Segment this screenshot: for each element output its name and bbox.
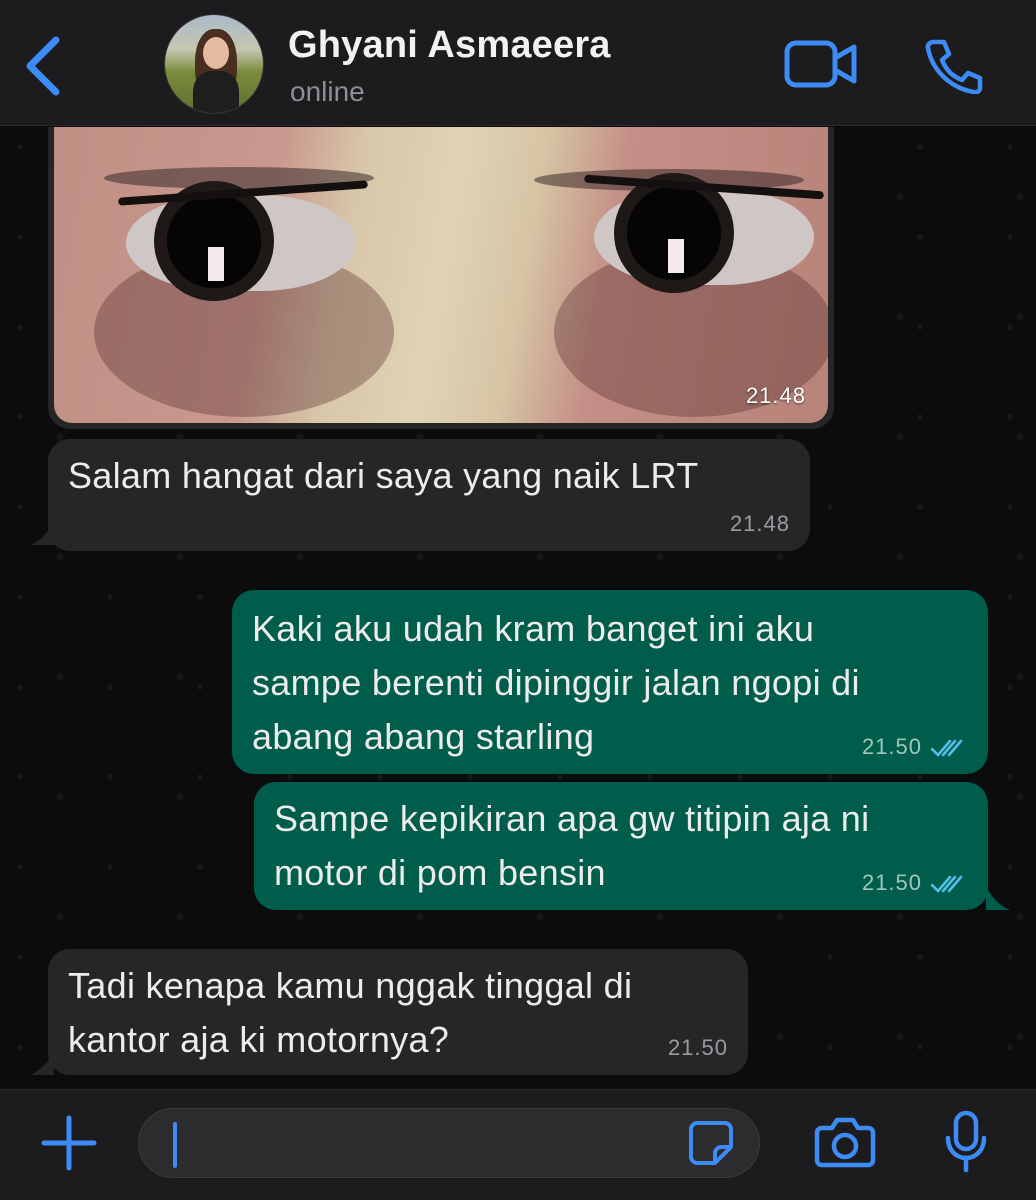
message-time: 21.50 bbox=[861, 734, 922, 759]
text-caret bbox=[173, 1122, 177, 1168]
message-text-field[interactable] bbox=[138, 1108, 760, 1178]
message-line: Tadi kenapa kamu nggak tinggal di bbox=[68, 965, 633, 1006]
incoming-message[interactable]: Salam hangat dari saya yang naik LRT 21.… bbox=[48, 439, 810, 551]
attach-button[interactable] bbox=[40, 1114, 98, 1172]
camera-icon bbox=[814, 1117, 876, 1168]
outgoing-message[interactable]: Sampe kepikiran apa gw titipin aja ni mo… bbox=[254, 782, 988, 910]
microphone-button[interactable] bbox=[944, 1110, 988, 1174]
bubble-tail bbox=[30, 1051, 54, 1075]
bubble-tail bbox=[986, 886, 1010, 910]
message-time: 21.48 bbox=[745, 383, 806, 408]
video-call-icon bbox=[784, 40, 857, 88]
outgoing-message[interactable]: Kaki aku udah kram banget ini aku sampe … bbox=[232, 590, 988, 774]
back-chevron-icon bbox=[26, 36, 60, 96]
avatar-face bbox=[203, 37, 229, 69]
contact-status: online bbox=[290, 76, 365, 107]
chat-messages-area[interactable]: 21.48 Salam hangat dari saya yang naik L… bbox=[0, 127, 1036, 1089]
phone-icon bbox=[925, 39, 983, 95]
message-text: Sampe kepikiran apa gw titipin aja ni mo… bbox=[274, 792, 869, 900]
plus-icon bbox=[41, 1115, 97, 1171]
contact-name[interactable]: Ghyani Asmaeera bbox=[288, 24, 611, 67]
photo-glint-left bbox=[208, 247, 224, 281]
message-time: 21.50 bbox=[861, 870, 922, 895]
back-button[interactable] bbox=[22, 34, 70, 98]
message-line: Kaki aku udah kram banget ini aku bbox=[252, 608, 815, 649]
contact-avatar[interactable] bbox=[164, 14, 264, 114]
message-line: sampe berenti dipinggir jalan ngopi di bbox=[252, 662, 860, 703]
photo-attachment[interactable]: 21.48 bbox=[54, 127, 828, 423]
incoming-message[interactable]: Tadi kenapa kamu nggak tinggal di kantor… bbox=[48, 949, 748, 1075]
camera-button[interactable] bbox=[814, 1116, 876, 1168]
message-text: Tadi kenapa kamu nggak tinggal di kantor… bbox=[68, 959, 632, 1067]
message-line: motor di pom bensin bbox=[274, 852, 606, 893]
message-line: Sampe kepikiran apa gw titipin aja ni bbox=[274, 798, 870, 839]
message-line: kantor aja ki motornya? bbox=[68, 1019, 450, 1060]
voice-call-button[interactable] bbox=[924, 38, 984, 95]
read-ticks-icon bbox=[930, 875, 963, 893]
bubble-tail bbox=[30, 521, 54, 545]
message-text: Kaki aku udah kram banget ini aku sampe … bbox=[252, 602, 860, 764]
message-text: Salam hangat dari saya yang naik LRT bbox=[68, 455, 699, 496]
sticker-icon bbox=[689, 1121, 733, 1165]
read-ticks-icon bbox=[930, 739, 963, 757]
message-time: 21.48 bbox=[729, 511, 790, 536]
sticker-button[interactable] bbox=[687, 1119, 735, 1167]
message-line: abang abang starling bbox=[252, 716, 595, 757]
message-time: 21.50 bbox=[667, 1035, 728, 1060]
avatar-body bbox=[193, 71, 239, 113]
video-call-button[interactable] bbox=[784, 38, 858, 90]
microphone-icon bbox=[945, 1110, 987, 1173]
message-input-bar bbox=[0, 1089, 1036, 1200]
photo-glint-right bbox=[668, 239, 684, 273]
chat-header: Ghyani Asmaeera online bbox=[0, 0, 1036, 126]
image-message[interactable]: 21.48 bbox=[48, 127, 834, 429]
